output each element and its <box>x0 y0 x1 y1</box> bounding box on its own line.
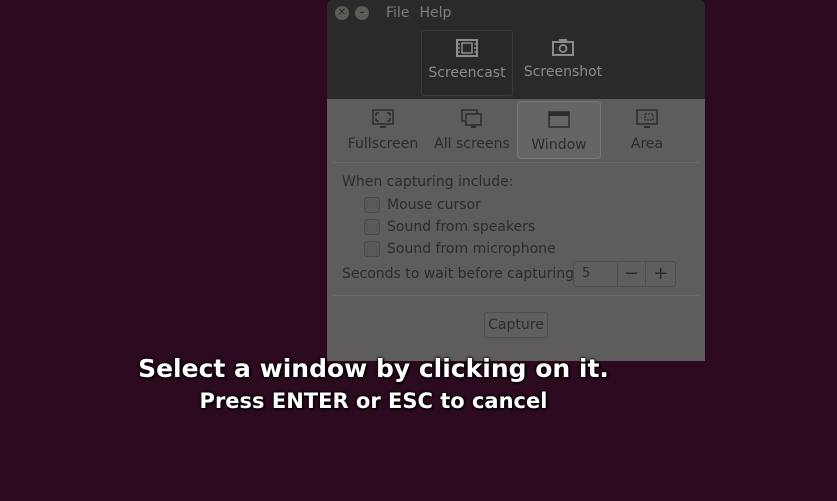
window-icon <box>548 111 570 128</box>
options-panel: Fullscreen All screens Window Area When … <box>327 99 705 361</box>
delay-label: Seconds to wait before capturing: <box>342 266 579 282</box>
source-fullscreen-button[interactable]: Fullscreen <box>341 101 425 159</box>
mouse-cursor-label: Mouse cursor <box>387 197 481 213</box>
sound-speakers-option[interactable]: Sound from speakers <box>364 218 535 236</box>
all-screens-icon <box>461 109 482 128</box>
area-icon <box>636 109 658 128</box>
minimize-icon: – <box>359 7 365 18</box>
mode-screenshot-label: Screenshot <box>523 64 603 80</box>
screen-recorder-window: ✕ – File Help Screencast Screenshot Full… <box>327 0 705 361</box>
source-window-button[interactable]: Window <box>517 101 601 159</box>
capture-button[interactable]: Capture <box>484 312 548 338</box>
mouse-cursor-option[interactable]: Mouse cursor <box>364 196 481 214</box>
mode-screencast-button[interactable]: Screencast <box>421 30 513 96</box>
delay-increment-button[interactable]: + <box>646 262 675 286</box>
divider <box>333 295 699 296</box>
sound-microphone-option[interactable]: Sound from microphone <box>364 240 556 258</box>
mode-screenshot-button[interactable]: Screenshot <box>517 30 609 96</box>
source-area-label: Area <box>630 136 664 152</box>
menu-file[interactable]: File <box>386 4 409 22</box>
source-window-label: Window <box>531 137 587 153</box>
sound-microphone-checkbox[interactable] <box>364 241 380 257</box>
divider <box>333 162 699 163</box>
sound-microphone-label: Sound from microphone <box>387 241 556 257</box>
fullscreen-icon <box>372 109 394 128</box>
camera-icon <box>552 39 574 56</box>
film-icon <box>456 39 478 57</box>
sound-speakers-checkbox[interactable] <box>364 219 380 235</box>
source-all-screens-label: All screens <box>434 136 510 152</box>
mode-screencast-label: Screencast <box>428 65 506 81</box>
menubar: File Help <box>386 4 451 22</box>
delay-stepper[interactable]: 5 − + <box>573 261 676 287</box>
menu-help[interactable]: Help <box>419 4 451 22</box>
sound-speakers-label: Sound from speakers <box>387 219 536 235</box>
close-button[interactable]: ✕ <box>335 6 349 20</box>
minimize-button[interactable]: – <box>355 6 369 20</box>
title-bar: ✕ – File Help Screencast Screenshot <box>327 0 705 99</box>
delay-decrement-button[interactable]: − <box>618 262 647 286</box>
source-fullscreen-label: Fullscreen <box>347 136 419 152</box>
close-icon: ✕ <box>337 7 347 18</box>
source-area-button[interactable]: Area <box>605 101 689 159</box>
include-heading: When capturing include: <box>342 174 514 190</box>
delay-input[interactable]: 5 <box>574 262 618 286</box>
mouse-cursor-checkbox[interactable] <box>364 197 380 213</box>
source-all-screens-button[interactable]: All screens <box>430 101 514 159</box>
overlay-cancel-hint: Press ENTER or ESC to cancel <box>199 389 548 413</box>
overlay-instruction: Select a window by clicking on it. <box>138 354 609 383</box>
